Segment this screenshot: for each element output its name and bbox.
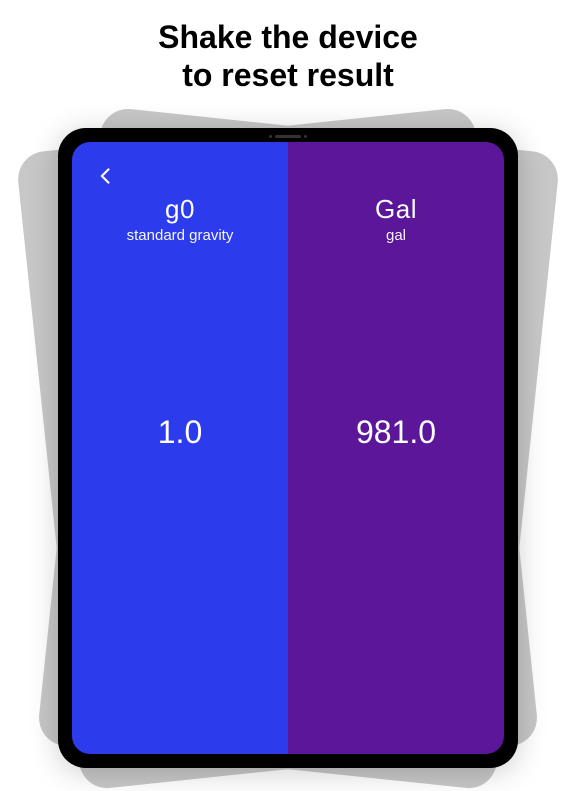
right-unit-symbol: Gal xyxy=(375,194,417,225)
left-unit-pane[interactable]: g0 standard gravity 1.0 xyxy=(72,142,288,754)
left-unit-symbol: g0 xyxy=(127,194,234,225)
back-button[interactable] xyxy=(96,166,116,186)
left-unit-block: g0 standard gravity xyxy=(127,194,234,244)
tablet-notch xyxy=(269,135,307,138)
tablet-frame: g0 standard gravity 1.0 Gal gal 981.0 xyxy=(58,128,518,768)
left-unit-name: standard gravity xyxy=(127,227,234,244)
right-unit-name: gal xyxy=(375,227,417,244)
left-value: 1.0 xyxy=(158,414,202,451)
instruction-heading: Shake the device to reset result xyxy=(0,0,576,95)
chevron-left-icon xyxy=(96,166,116,186)
heading-line-1: Shake the device xyxy=(0,18,576,56)
right-unit-block: Gal gal xyxy=(375,194,417,244)
right-unit-pane[interactable]: Gal gal 981.0 xyxy=(288,142,504,754)
right-value: 981.0 xyxy=(356,414,436,451)
tablet-screen: g0 standard gravity 1.0 Gal gal 981.0 xyxy=(72,142,504,754)
heading-line-2: to reset result xyxy=(0,56,576,94)
tablet-stage: g0 standard gravity 1.0 Gal gal 981.0 xyxy=(0,128,576,768)
